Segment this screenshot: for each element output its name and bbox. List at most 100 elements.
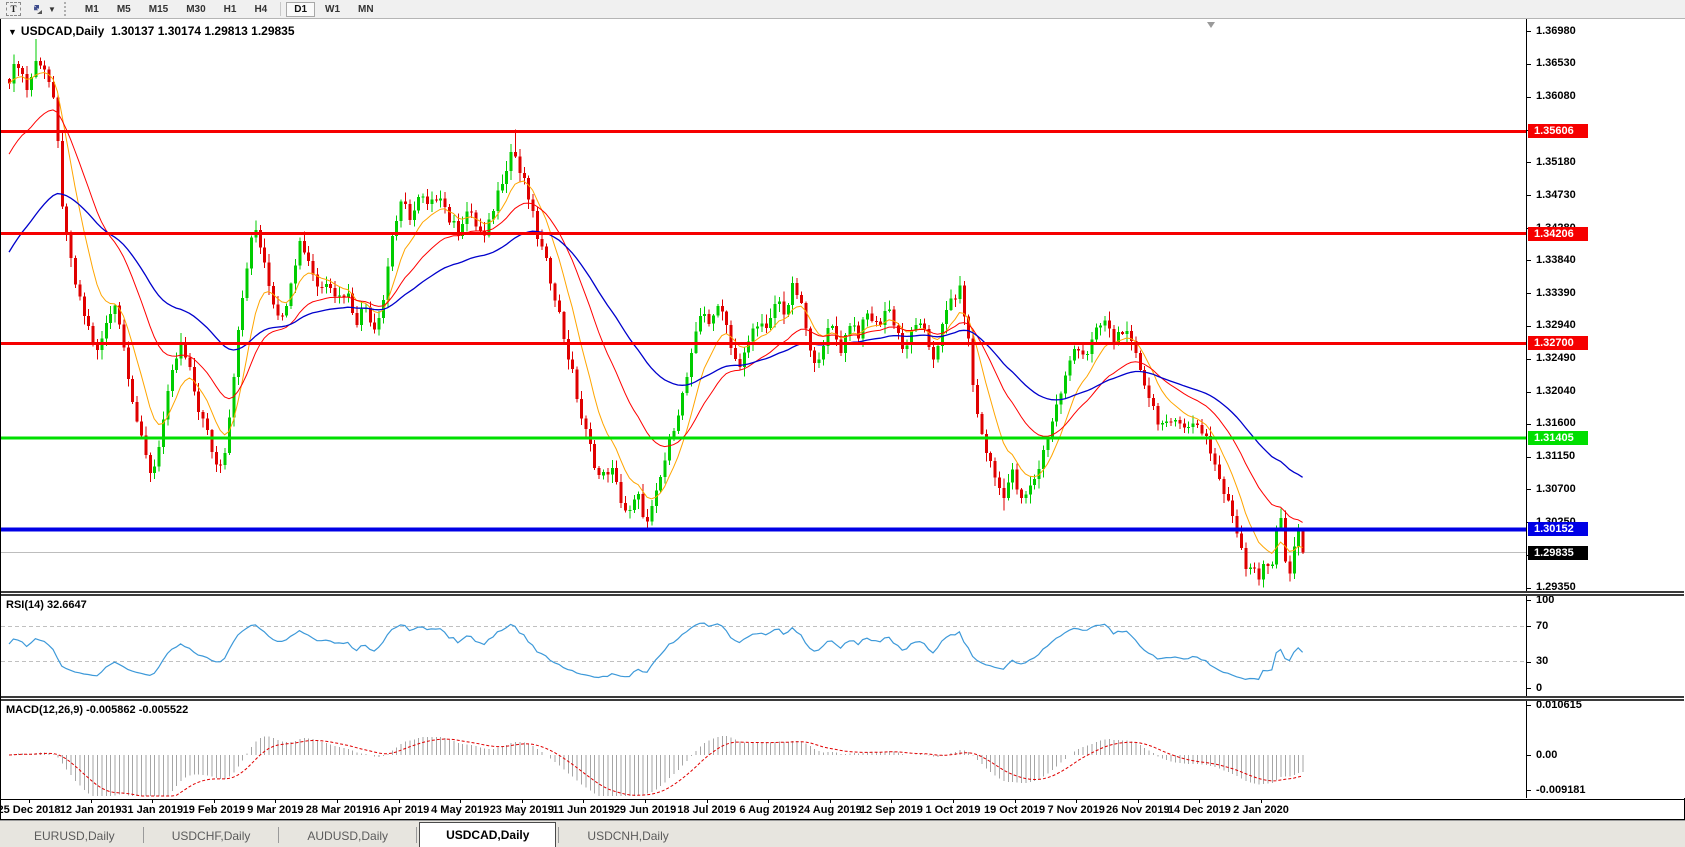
price-tick-label: 1.35180 [1536,156,1576,168]
date-label: 4 May 2019 [431,804,489,816]
collapse-triangle-icon[interactable]: ▼ [8,27,17,37]
price-level-badge: 1.34206 [1528,227,1588,241]
date-label: 28 Mar 2019 [306,804,368,816]
price-tick-label: 1.32490 [1536,352,1576,364]
time-axis-tick [214,800,215,803]
ohlc-low: 1.29813 [204,24,247,38]
date-label: 1 Oct 2019 [925,804,980,816]
axis-tick [1527,424,1531,425]
ohlc-high: 1.30174 [158,24,201,38]
chart-tabs-bar: EURUSD,DailyUSDCHF,DailyAUDUSD,DailyUSDC… [0,820,1685,847]
axis-tick [1527,790,1531,791]
date-label: 7 Nov 2019 [1047,804,1104,816]
time-axis-tick [1199,800,1200,803]
time-axis-tick [1261,800,1262,803]
chart-tab-usdcad[interactable]: USDCAD,Daily [419,822,556,847]
date-label: 31 Jan 2019 [121,804,183,816]
timeframe-button-mn[interactable]: MN [350,2,382,17]
time-axis[interactable]: 25 Dec 201812 Jan 201931 Jan 201919 Feb … [1,799,1684,819]
price-level-badge: 1.30152 [1528,522,1588,536]
price-tick-label: 1.30700 [1536,483,1576,495]
date-label: 23 May 2019 [490,804,554,816]
chart-window: ▼USDCAD,Daily 1.30137 1.30174 1.29813 1.… [0,18,1685,820]
date-label: 12 Sep 2019 [860,804,923,816]
axis-tick [1527,31,1531,32]
price-axis[interactable]: 1.369801.365301.360801.356301.351801.347… [1526,19,1685,798]
rsi-value: 32.6647 [47,599,87,611]
axis-tick [1527,457,1531,458]
rsi-tick-label: 30 [1536,655,1548,667]
price-level-badge: 1.35606 [1528,124,1588,138]
chart-title: ▼USDCAD,Daily 1.30137 1.30174 1.29813 1.… [8,24,295,38]
time-axis-tick [1015,800,1016,803]
axis-tick [1527,588,1531,589]
axis-tick [1527,162,1531,163]
chevron-down-icon: ▼ [48,5,56,14]
price-tick-label: 1.32940 [1536,319,1576,331]
axis-tick [1527,662,1531,663]
chart-tab-audusd[interactable]: AUDUSD,Daily [281,826,414,847]
tab-divider [416,827,417,843]
date-label: 19 Feb 2019 [183,804,245,816]
date-label: 11 Jun 2019 [553,804,615,816]
rsi-name: RSI(14) [6,599,44,611]
axis-tick [1527,359,1531,360]
timeframe-button-m15[interactable]: M15 [141,2,176,17]
rsi-tick-label: 70 [1536,620,1548,632]
arrows-tool-button[interactable]: ▼ [27,1,60,17]
timeframe-button-m30[interactable]: M30 [178,2,213,17]
rsi-panel-canvas[interactable] [1,596,1526,696]
panel-separator[interactable] [1,696,1684,701]
axis-tick [1527,97,1531,98]
time-axis-tick [830,800,831,803]
axis-tick [1527,688,1531,689]
date-label: 9 Mar 2019 [247,804,303,816]
chart-tab-eurusd[interactable]: EURUSD,Daily [8,826,141,847]
date-label: 24 Aug 2019 [798,804,862,816]
timeframe-button-h1[interactable]: H1 [216,2,245,17]
date-label: 25 Dec 2018 [0,804,61,816]
time-axis-tick [583,800,584,803]
tab-divider [278,827,279,843]
time-axis-tick [29,800,30,803]
price-tick-label: 1.36530 [1536,57,1576,69]
macd-panel-canvas[interactable] [1,701,1526,798]
macd-tick-label: -0.009181 [1536,784,1586,796]
price-tick-label: 1.36080 [1536,90,1576,102]
axis-tick [1527,392,1531,393]
chart-tab-usdchf[interactable]: USDCHF,Daily [146,826,277,847]
timeframe-button-d1[interactable]: D1 [286,2,315,17]
time-axis-tick [1076,800,1077,803]
macd-label: MACD(12,26,9) -0.005862 -0.005522 [6,704,188,716]
timeframe-button-m1[interactable]: M1 [77,2,107,17]
time-axis-tick [707,800,708,803]
chart-shift-marker-icon[interactable] [1207,22,1215,28]
time-axis-tick [460,800,461,803]
axis-tick [1527,195,1531,196]
axis-tick [1527,600,1531,601]
ohlc-close: 1.29835 [251,24,294,38]
axis-tick [1527,755,1531,756]
time-axis-tick [152,800,153,803]
time-axis-tick [768,800,769,803]
price-chart-canvas[interactable] [1,19,1526,592]
price-tick-label: 1.34730 [1536,189,1576,201]
timeframe-button-w1[interactable]: W1 [317,2,348,17]
timeframe-button-h4[interactable]: H4 [246,2,275,17]
panel-separator[interactable] [1,591,1684,596]
time-axis-tick [1138,800,1139,803]
axis-tick [1527,260,1531,261]
text-tool-button[interactable]: T [2,1,25,17]
axis-tick [1527,705,1531,706]
chart-tab-usdcnh[interactable]: USDCNH,Daily [561,826,694,847]
time-axis-tick [337,800,338,803]
chart-symbol: USDCAD,Daily [21,24,104,38]
price-level-badge: 1.31405 [1528,431,1588,445]
macd-main-value: -0.005862 [86,704,136,716]
macd-signal-value: -0.005522 [139,704,189,716]
timeframe-button-m5[interactable]: M5 [109,2,139,17]
rsi-tick-label: 0 [1536,682,1542,694]
macd-tick-label: 0.00 [1536,749,1557,761]
current-price-badge: 1.29835 [1528,546,1588,560]
time-axis-tick [91,800,92,803]
